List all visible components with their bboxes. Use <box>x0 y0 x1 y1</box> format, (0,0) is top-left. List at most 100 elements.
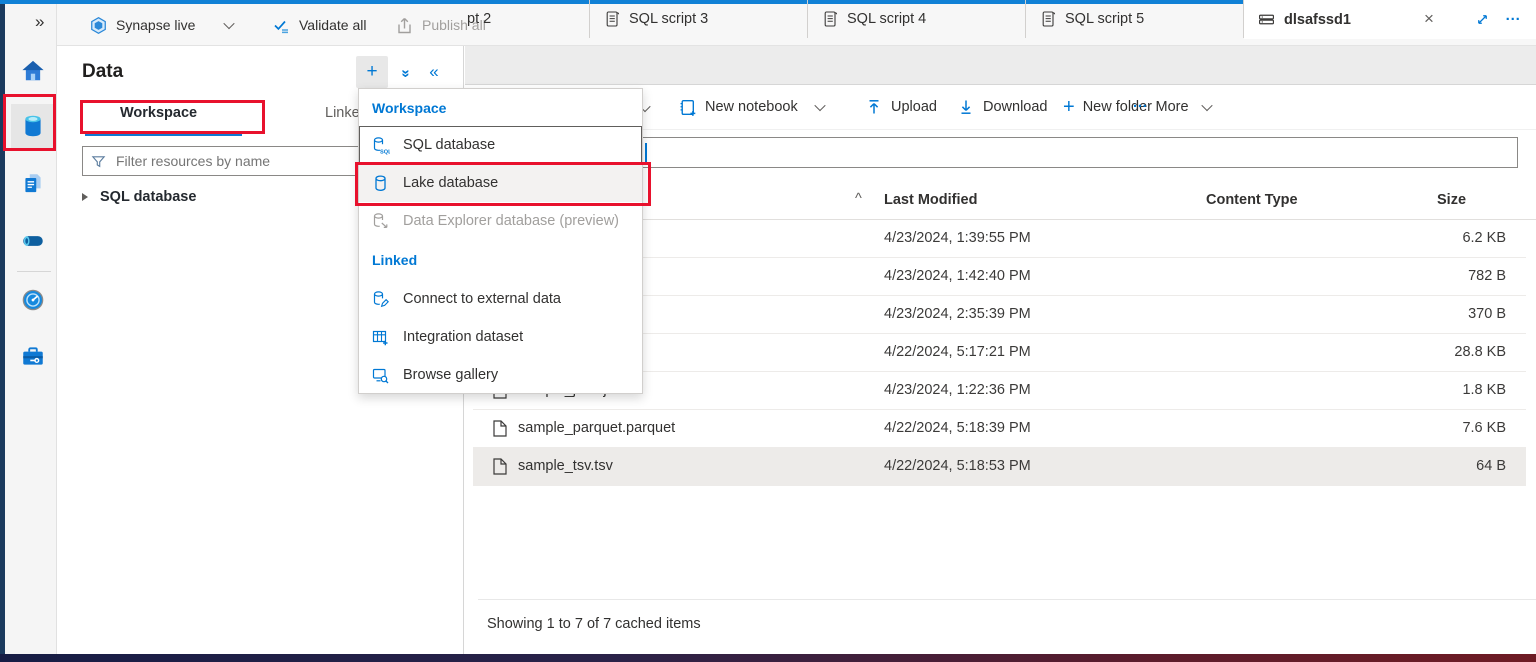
more-actions-icon[interactable]: ··· <box>1506 11 1521 28</box>
sidebar-item-monitor[interactable] <box>11 278 55 322</box>
items-count-status: Showing 1 to 7 of 7 cached items <box>478 599 1536 632</box>
button-label: New notebook <box>705 99 798 115</box>
data-icon <box>20 113 46 139</box>
integration-dataset-icon <box>371 328 390 347</box>
manage-icon <box>20 344 46 370</box>
validate-label: Validate all <box>299 17 366 33</box>
browse-gallery-icon <box>371 366 390 385</box>
synapse-studio-window: » <box>0 0 1536 662</box>
menu-header-workspace: Workspace <box>372 100 446 116</box>
upload-icon <box>865 98 883 116</box>
download-button[interactable]: Download <box>957 85 1048 129</box>
plus-icon: + <box>366 61 377 83</box>
plus-icon: + <box>1063 97 1075 117</box>
expand-view-icon[interactable] <box>1475 12 1490 27</box>
add-resource-button[interactable]: + <box>356 56 388 88</box>
mode-label: Synapse live <box>116 17 195 33</box>
tab-strip-controls: ··· <box>1460 0 1536 39</box>
lake-database-icon <box>371 174 390 193</box>
new-notebook-button[interactable]: New notebook <box>678 85 824 129</box>
file-modified: 4/23/2024, 1:39:55 PM <box>884 230 1031 246</box>
menu-item-connect-external-data[interactable]: Connect to external data <box>359 280 642 318</box>
add-resource-menu: Workspace SQL SQL database Lake database… <box>358 88 643 394</box>
file-size: 370 B <box>1468 306 1506 322</box>
file-modified: 4/22/2024, 5:18:53 PM <box>884 458 1031 474</box>
close-tab-icon[interactable]: × <box>1419 9 1439 29</box>
menu-item-label: Browse gallery <box>403 367 498 383</box>
monitor-icon <box>20 287 46 313</box>
sql-script-icon <box>604 10 620 28</box>
menu-header-linked: Linked <box>372 252 417 268</box>
menu-item-label: SQL database <box>403 137 495 153</box>
tab-sql-script-4[interactable]: SQL script 4 <box>808 0 1026 38</box>
connect-external-data-icon <box>371 290 390 309</box>
ellipsis-icon: ··· <box>1133 99 1148 115</box>
text-cursor <box>645 143 647 162</box>
tab-label: dlsafssd1 <box>1284 12 1351 28</box>
chevron-down-icon <box>1201 100 1212 111</box>
tab-workspace[interactable]: Workspace <box>120 105 197 121</box>
double-chevron-down-icon: » <box>398 69 415 75</box>
file-size: 28.8 KB <box>1454 344 1506 360</box>
button-label: More <box>1156 99 1189 115</box>
column-content-type[interactable]: Content Type <box>1206 192 1298 208</box>
tab-label: SQL script 5 <box>1065 11 1144 27</box>
menu-item-integration-dataset[interactable]: Integration dataset <box>359 318 642 356</box>
tab-label: SQL script 3 <box>629 11 708 27</box>
file-row[interactable]: sample_parquet.parquet 4/22/2024, 5:18:3… <box>473 410 1526 448</box>
chevron-down-icon <box>224 18 235 29</box>
file-icon <box>493 420 507 437</box>
sidebar-item-data[interactable] <box>11 104 55 148</box>
file-size: 7.6 KB <box>1462 420 1506 436</box>
chevrons-left-icon: « <box>429 62 438 82</box>
file-size: 782 B <box>1468 268 1506 284</box>
more-button[interactable]: ··· More <box>1133 85 1211 129</box>
download-icon <box>957 98 975 116</box>
tab-sql-script-5[interactable]: SQL script 5 <box>1026 0 1244 38</box>
develop-icon <box>20 171 46 197</box>
sql-script-icon <box>822 10 838 28</box>
tab-sql-script-3[interactable]: SQL script 3 <box>590 0 808 38</box>
publish-icon <box>395 16 414 35</box>
file-icon <box>493 458 507 475</box>
upload-button[interactable]: Upload <box>865 85 937 129</box>
file-modified: 4/22/2024, 5:18:39 PM <box>884 420 1031 436</box>
active-tab-underline <box>85 132 242 136</box>
window-bottom-strip <box>0 654 1536 662</box>
column-last-modified[interactable]: Last Modified <box>884 192 977 208</box>
column-size[interactable]: Size <box>1437 192 1466 208</box>
sidebar-item-home[interactable] <box>11 49 55 93</box>
data-explorer-database-icon <box>371 212 390 231</box>
file-name: sample_parquet.parquet <box>518 420 675 436</box>
sort-ascending-icon[interactable]: ^ <box>855 191 862 207</box>
sidebar-item-integrate[interactable] <box>11 219 55 263</box>
menu-item-label: Data Explorer database (preview) <box>403 213 619 229</box>
collapse-panel-button[interactable]: « <box>418 56 450 88</box>
expand-nav-icon[interactable]: » <box>35 12 44 32</box>
tree-item-sql-database[interactable]: SQL database <box>82 189 196 205</box>
tree-item-label: SQL database <box>100 189 196 205</box>
button-label: Upload <box>891 99 937 115</box>
file-row-selected[interactable]: sample_tsv.tsv 4/22/2024, 5:18:53 PM 64 … <box>473 448 1526 486</box>
nav-separator <box>17 271 51 272</box>
file-modified: 4/22/2024, 5:17:21 PM <box>884 344 1031 360</box>
sidebar-item-develop[interactable] <box>11 162 55 206</box>
left-nav-rail: » <box>5 4 57 654</box>
integrate-icon <box>20 228 46 254</box>
sidebar-item-manage[interactable] <box>11 335 55 379</box>
panel-title: Data <box>82 61 123 83</box>
menu-item-data-explorer-database[interactable]: Data Explorer database (preview) <box>359 202 642 240</box>
file-name: sample_tsv.tsv <box>518 458 613 474</box>
file-size: 64 B <box>1476 458 1506 474</box>
menu-item-browse-gallery[interactable]: Browse gallery <box>359 356 642 394</box>
home-icon <box>20 58 46 84</box>
menu-item-lake-database[interactable]: Lake database <box>359 164 642 202</box>
document-tab-strip <box>465 46 1536 85</box>
file-size: 1.8 KB <box>1462 382 1506 398</box>
tab-sql-script-2[interactable]: pt 2 <box>465 0 590 38</box>
synapse-logo-icon <box>89 16 108 35</box>
validate-all-button[interactable]: Validate all <box>272 4 366 46</box>
sql-database-icon: SQL <box>371 136 390 155</box>
mode-selector[interactable]: Synapse live <box>89 4 233 46</box>
menu-item-sql-database[interactable]: SQL SQL database <box>359 126 642 164</box>
